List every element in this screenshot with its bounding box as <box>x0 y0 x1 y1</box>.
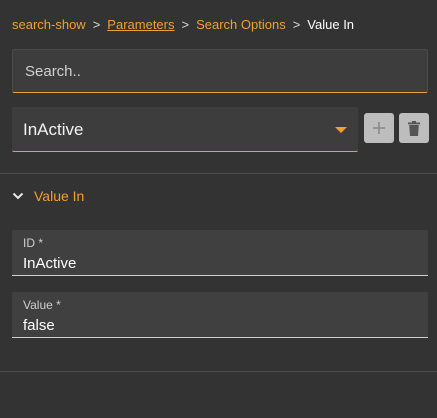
value-field-label: Value * <box>23 298 61 312</box>
breadcrumb-separator: > <box>181 17 190 32</box>
value-select[interactable]: InActive <box>12 107 358 152</box>
breadcrumb-separator: > <box>92 17 101 32</box>
search-input[interactable] <box>13 50 427 92</box>
divider <box>0 371 437 372</box>
caret-down-icon <box>335 127 347 133</box>
value-input[interactable] <box>12 314 428 336</box>
divider <box>0 173 437 174</box>
search-box <box>12 49 428 93</box>
trash-icon <box>408 120 420 136</box>
select-selected-value: InActive <box>23 120 84 139</box>
breadcrumb-separator: > <box>292 17 301 32</box>
section-title: Value In <box>34 188 85 204</box>
section-toggle[interactable]: Value In <box>12 187 84 205</box>
breadcrumb: search-show > Parameters > Search Option… <box>12 17 354 33</box>
add-button[interactable] <box>364 113 394 143</box>
id-input[interactable] <box>12 252 428 274</box>
parameter-editor-panel: search-show > Parameters > Search Option… <box>0 0 437 418</box>
breadcrumb-parameters-link[interactable]: Parameters <box>107 17 174 33</box>
id-field-label: ID * <box>23 236 44 250</box>
value-field: Value * <box>12 292 428 338</box>
breadcrumb-search-options[interactable]: Search Options <box>196 17 286 33</box>
breadcrumb-current: Value In <box>307 17 355 32</box>
plus-icon <box>373 122 385 134</box>
chevron-down-icon <box>12 192 24 200</box>
delete-button[interactable] <box>399 113 429 143</box>
breadcrumb-root[interactable]: search-show <box>12 17 86 33</box>
id-field: ID * <box>12 230 428 276</box>
